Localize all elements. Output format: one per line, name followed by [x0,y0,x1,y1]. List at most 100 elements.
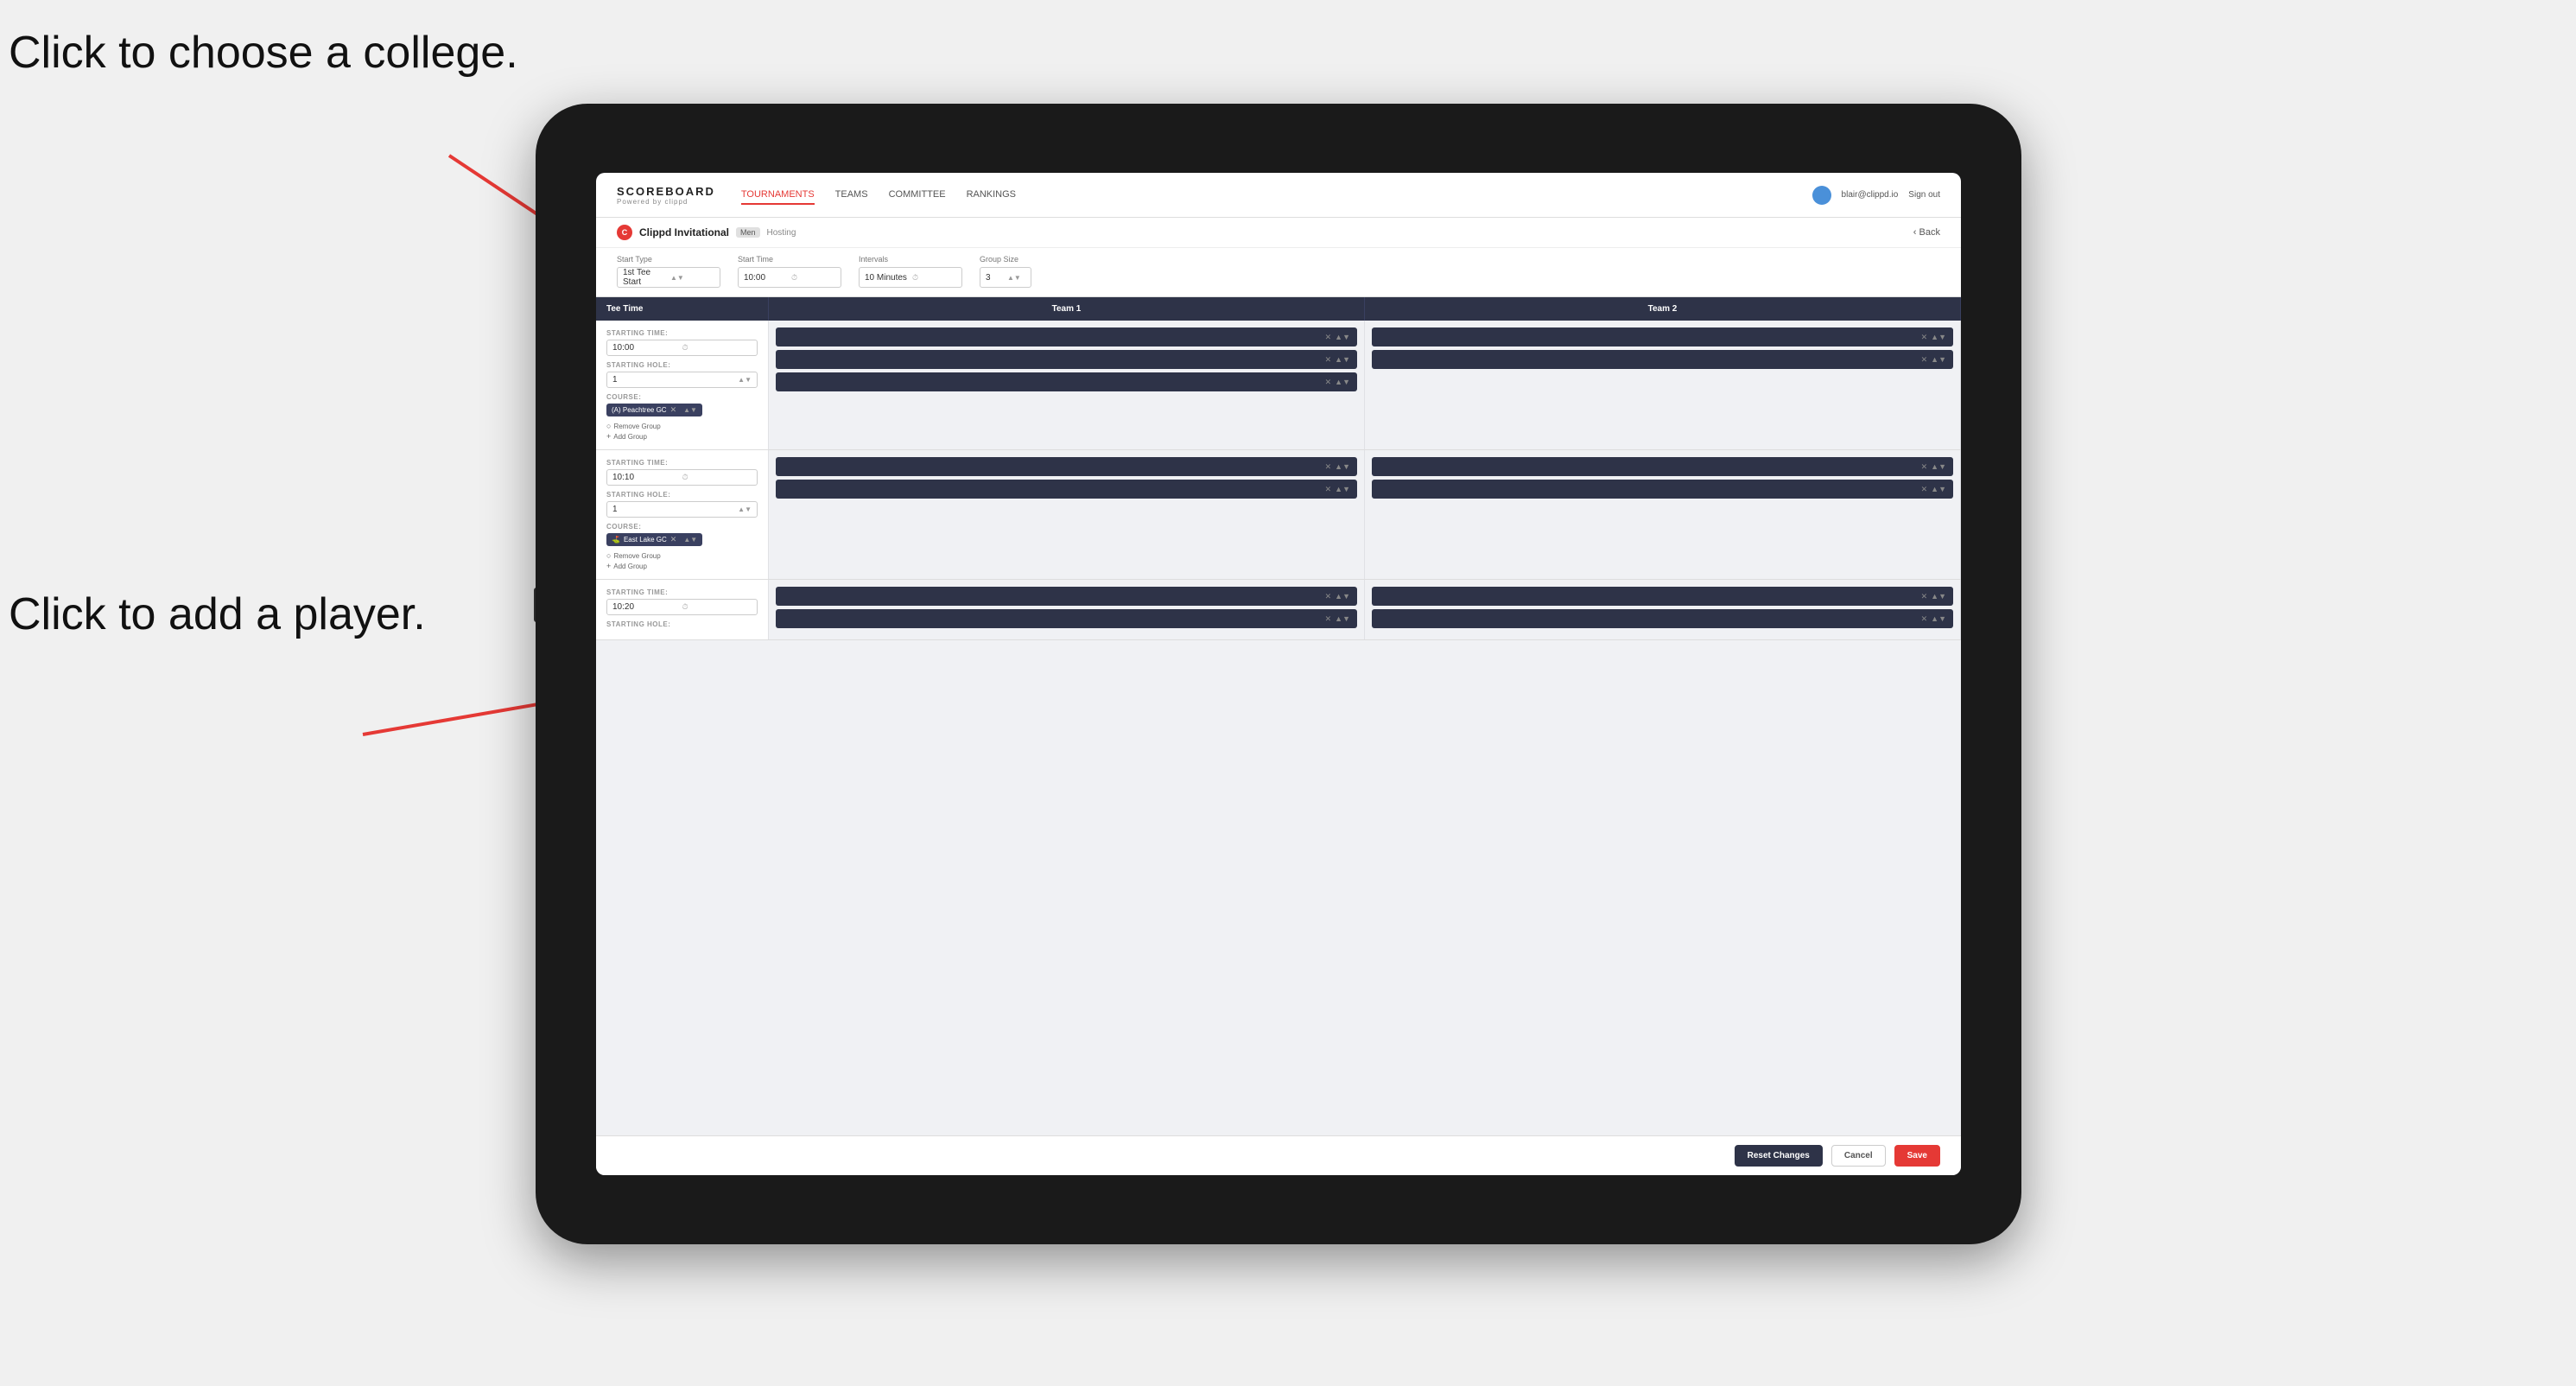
slot-expand-icon[interactable]: ▲▼ [1335,462,1350,471]
save-button[interactable]: Save [1894,1145,1940,1167]
table-row: STARTING TIME: 10:00 ⏱ STARTING HOLE: 1 … [596,321,1961,450]
remove-icon: ○ [606,422,611,430]
player-slot[interactable]: ✕ ▲▼ [776,327,1357,346]
starting-hole-label-1: STARTING HOLE: [606,361,758,369]
player-slot[interactable]: ✕ ▲▼ [776,480,1357,499]
course-label-2: COURSE: [606,523,758,531]
slot-expand-icon[interactable]: ▲▼ [1335,378,1350,386]
slot-close-icon[interactable]: ✕ [1325,355,1332,365]
group-actions-1: ○ Remove Group + Add Group [606,422,758,441]
player-slot[interactable]: ✕ ▲▼ [776,350,1357,369]
tablet-frame: SCOREBOARD Powered by clippd TOURNAMENTS… [536,104,2021,1244]
player-slot[interactable]: ✕ ▲▼ [776,372,1357,391]
th-team2: Team 2 [1365,297,1961,321]
team2-cell-3: ✕ ▲▼ ✕ ▲▼ [1365,580,1961,639]
remove-course-icon[interactable]: ✕ [670,535,677,544]
add-icon: + [606,562,611,570]
player-slot[interactable]: ✕ ▲▼ [776,457,1357,476]
slot-close-icon[interactable]: ✕ [1325,485,1332,494]
hole-select-1[interactable]: 1 ▲▼ [606,372,758,388]
slot-close-icon[interactable]: ✕ [1325,333,1332,342]
team2-cell-2: ✕ ▲▼ ✕ ▲▼ [1365,450,1961,579]
action-bar: Reset Changes Cancel Save [596,1135,1961,1175]
slot-expand-icon[interactable]: ▲▼ [1335,592,1350,601]
remove-course-icon[interactable]: ✕ [670,405,677,415]
start-time-group: Start Time 10:00 ⏱ [738,255,841,288]
intervals-label: Intervals [859,255,962,264]
slot-close-icon[interactable]: ✕ [1921,485,1928,494]
player-slot[interactable]: ✕ ▲▼ [1372,327,1953,346]
player-slot[interactable]: ✕ ▲▼ [1372,480,1953,499]
time-input-3[interactable]: 10:20 ⏱ [606,599,758,615]
start-type-group: Start Type 1st Tee Start ▲▼ [617,255,720,288]
slot-expand-icon[interactable]: ▲▼ [1931,462,1946,471]
intervals-group: Intervals 10 Minutes ⏱ [859,255,962,288]
nav-rankings[interactable]: RANKINGS [967,186,1016,205]
user-avatar [1812,186,1831,205]
team2-cell-1: ✕ ▲▼ ✕ ▲▼ [1365,321,1961,449]
slot-expand-icon[interactable]: ▲▼ [1931,614,1946,623]
add-group-btn-2[interactable]: + Add Group [606,562,758,570]
slot-expand-icon[interactable]: ▲▼ [1931,355,1946,364]
remove-group-btn-2[interactable]: ○ Remove Group [606,551,758,560]
tournament-header: C Clippd Invitational Men Hosting ‹ Back [596,218,1961,248]
slot-expand-icon[interactable]: ▲▼ [1335,355,1350,364]
brand: SCOREBOARD Powered by clippd [617,185,715,206]
tournament-title: C Clippd Invitational Men Hosting [617,225,796,240]
course-tag-1[interactable]: (A) Peachtree GC ✕ ▲▼ [606,404,702,416]
slot-expand-icon[interactable]: ▲▼ [1931,485,1946,493]
reset-button[interactable]: Reset Changes [1735,1145,1823,1167]
time-input-2[interactable]: 10:10 ⏱ [606,469,758,486]
slot-expand-icon[interactable]: ▲▼ [1931,592,1946,601]
slot-expand-icon[interactable]: ▲▼ [1335,614,1350,623]
slot-close-icon[interactable]: ✕ [1921,592,1928,601]
slot-expand-icon[interactable]: ▲▼ [1335,485,1350,493]
player-slot[interactable]: ✕ ▲▼ [1372,350,1953,369]
nav-bar: SCOREBOARD Powered by clippd TOURNAMENTS… [596,173,1961,218]
back-button[interactable]: ‹ Back [1913,227,1940,238]
intervals-input[interactable]: 10 Minutes ⏱ [859,267,962,288]
starting-time-label-1: STARTING TIME: [606,329,758,337]
player-slot[interactable]: ✕ ▲▼ [776,609,1357,628]
starting-hole-label-2: STARTING HOLE: [606,491,758,499]
player-slot[interactable]: ✕ ▲▼ [1372,587,1953,606]
tournament-gender: Men [736,227,760,238]
slot-expand-icon[interactable]: ▲▼ [1335,333,1350,341]
player-slot[interactable]: ✕ ▲▼ [1372,457,1953,476]
player-slot[interactable]: ✕ ▲▼ [776,587,1357,606]
slot-close-icon[interactable]: ✕ [1921,355,1928,365]
slot-expand-icon[interactable]: ▲▼ [1931,333,1946,341]
sign-out-link[interactable]: Sign out [1908,190,1940,200]
nav-tournaments[interactable]: TOURNAMENTS [741,186,815,205]
cancel-button[interactable]: Cancel [1831,1145,1886,1167]
player-slot[interactable]: ✕ ▲▼ [1372,609,1953,628]
tournament-name: Clippd Invitational [639,226,729,238]
slot-close-icon[interactable]: ✕ [1921,614,1928,624]
time-input-1[interactable]: 10:00 ⏱ [606,340,758,356]
remove-group-btn-1[interactable]: ○ Remove Group [606,422,758,430]
table-header: Tee Time Team 1 Team 2 [596,297,1961,321]
group-actions-2: ○ Remove Group + Add Group [606,551,758,570]
start-time-label: Start Time [738,255,841,264]
group-size-group: Group Size 3 ▲▼ [980,255,1031,288]
th-team1: Team 1 [769,297,1365,321]
slot-close-icon[interactable]: ✕ [1325,614,1332,624]
start-type-input[interactable]: 1st Tee Start ▲▼ [617,267,720,288]
starting-hole-label-3: STARTING HOLE: [606,620,758,628]
course-tag-2[interactable]: ⛳ East Lake GC ✕ ▲▼ [606,533,702,546]
nav-teams[interactable]: TEAMS [835,186,868,205]
start-time-input[interactable]: 10:00 ⏱ [738,267,841,288]
left-panel-3: STARTING TIME: 10:20 ⏱ STARTING HOLE: [596,580,769,639]
slot-close-icon[interactable]: ✕ [1921,333,1928,342]
settings-bar: Start Type 1st Tee Start ▲▼ Start Time 1… [596,248,1961,297]
slot-close-icon[interactable]: ✕ [1325,462,1332,472]
nav-committee[interactable]: COMMITTEE [889,186,946,205]
brand-title: SCOREBOARD [617,185,715,198]
slot-close-icon[interactable]: ✕ [1325,378,1332,387]
hole-select-2[interactable]: 1 ▲▼ [606,501,758,518]
team1-cell-1: ✕ ▲▼ ✕ ▲▼ ✕ ▲▼ [769,321,1365,449]
slot-close-icon[interactable]: ✕ [1921,462,1928,472]
slot-close-icon[interactable]: ✕ [1325,592,1332,601]
add-group-btn-1[interactable]: + Add Group [606,432,758,441]
group-size-input[interactable]: 3 ▲▼ [980,267,1031,288]
